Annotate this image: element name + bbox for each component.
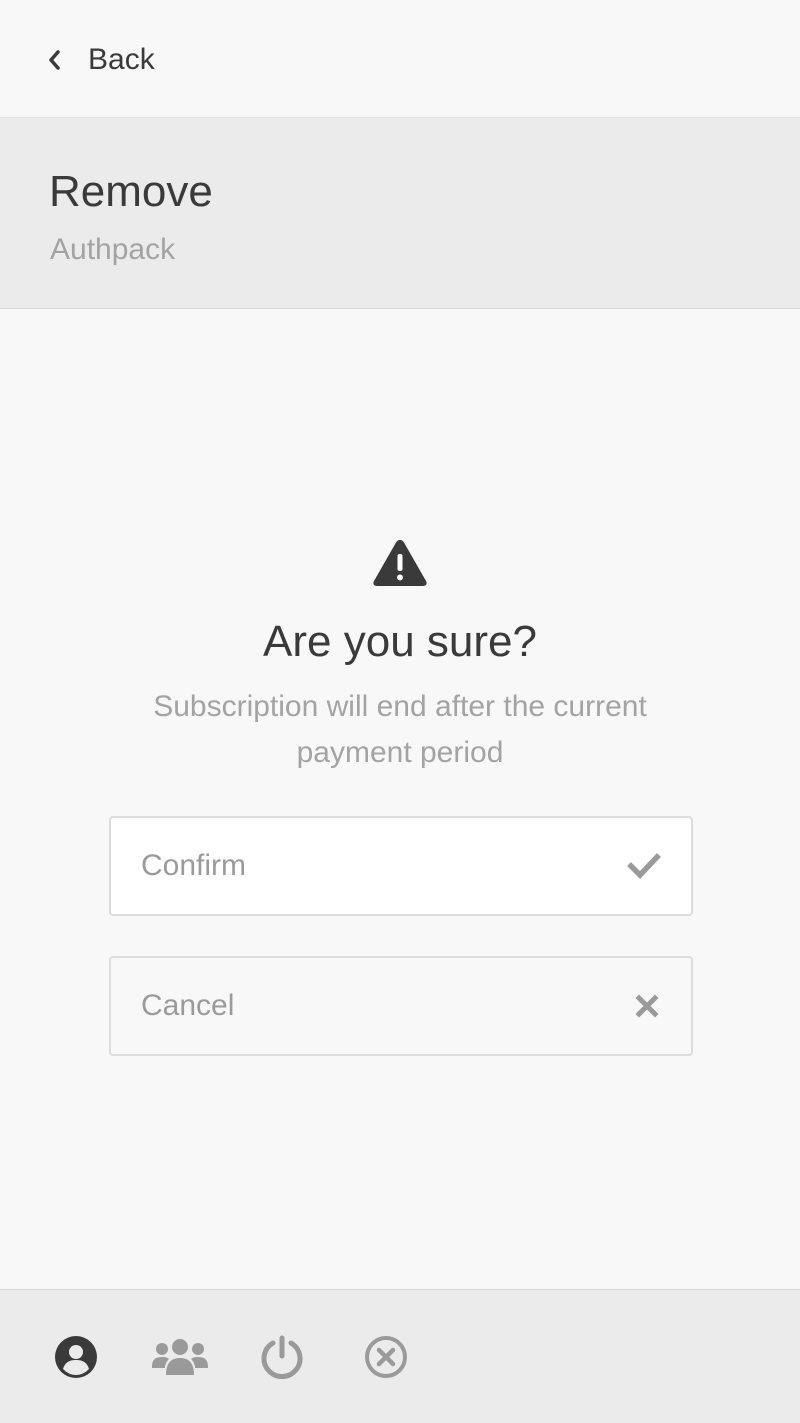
check-icon	[627, 853, 661, 879]
close-circle-icon	[365, 1336, 407, 1378]
page-subtitle: Authpack	[50, 233, 176, 266]
top-navigation-bar: Back	[0, 0, 800, 118]
user-circle-icon	[55, 1336, 97, 1378]
power-icon	[261, 1335, 303, 1379]
confirm-button[interactable]: Confirm	[109, 816, 693, 916]
users-icon	[152, 1339, 208, 1375]
cancel-label: Cancel	[141, 989, 235, 1022]
tab-team[interactable]	[152, 1334, 208, 1380]
remove-subscription-screen: Back Remove Authpack Are you sure? Subsc…	[0, 0, 800, 1423]
tab-power[interactable]	[259, 1334, 305, 1380]
chevron-left-icon	[49, 50, 60, 70]
cancel-button[interactable]: Cancel	[109, 956, 693, 1056]
close-icon	[635, 994, 659, 1018]
page-title: Remove	[49, 167, 213, 216]
confirm-label: Confirm	[141, 849, 247, 882]
confirmation-message: Subscription will end after the current …	[153, 690, 647, 769]
back-label: Back	[88, 43, 155, 76]
warning-triangle-icon	[373, 540, 427, 586]
back-button[interactable]: Back	[46, 34, 155, 86]
confirmation-title: Are you sure?	[263, 617, 537, 666]
tab-profile[interactable]	[53, 1334, 99, 1380]
tab-close[interactable]	[363, 1334, 409, 1380]
